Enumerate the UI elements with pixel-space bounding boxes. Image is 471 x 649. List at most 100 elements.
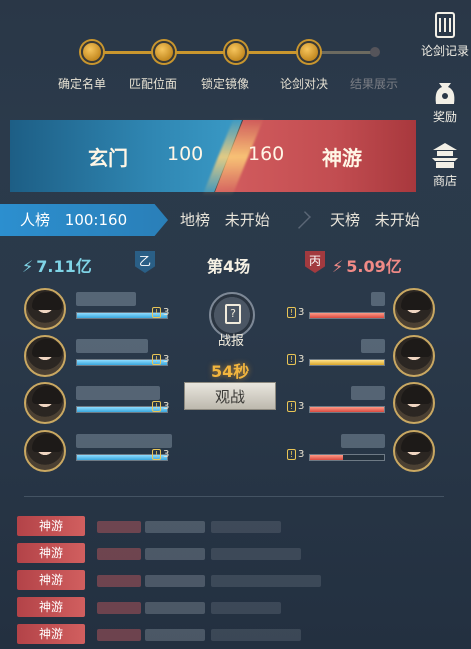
avatar[interactable] bbox=[24, 335, 66, 377]
right-player-row[interactable]: ! 3 bbox=[285, 288, 435, 334]
side-item-records[interactable]: 论剑记录 bbox=[419, 8, 471, 59]
reward-bag-icon bbox=[428, 74, 462, 108]
progress-node-4 bbox=[298, 41, 320, 63]
player-name-blurred bbox=[371, 292, 385, 306]
lock-icon: ! bbox=[152, 307, 161, 318]
right-power-value: 5.09亿 bbox=[346, 257, 402, 276]
tab-value: 未开始 bbox=[224, 211, 270, 229]
right-player-row[interactable]: ! 3 bbox=[285, 382, 435, 428]
log-team-tag: 神游 bbox=[17, 543, 85, 563]
player-name-blurred bbox=[76, 339, 148, 353]
log-row[interactable]: 神游 bbox=[17, 543, 457, 565]
tab-earth-rank[interactable]: 地榜 未开始 bbox=[180, 204, 270, 236]
left-power: ⚡ 7.11亿 bbox=[22, 253, 92, 277]
side-label: 奖励 bbox=[432, 110, 457, 124]
log-row[interactable]: 神游 bbox=[17, 570, 457, 592]
log-text-blurred bbox=[97, 629, 141, 641]
right-group-badge: 丙 bbox=[305, 251, 325, 273]
player-name-blurred bbox=[76, 434, 172, 448]
lock-icon: ! bbox=[152, 449, 161, 460]
avatar[interactable] bbox=[24, 430, 66, 472]
sword-power-icon: ⚡ bbox=[22, 257, 34, 276]
ranking-tabs: 人榜 100:160 地榜 未开始 天榜 未开始 bbox=[0, 204, 471, 236]
level-indicator: ! 3 bbox=[287, 307, 304, 318]
lock-icon: ! bbox=[152, 401, 161, 412]
right-team-score: 160 bbox=[248, 143, 285, 165]
step-label: 匹配位面 bbox=[129, 77, 178, 91]
hp-bar bbox=[309, 454, 385, 461]
log-text-blurred bbox=[211, 548, 301, 560]
left-team-score: 100 bbox=[167, 143, 204, 165]
log-text-blurred bbox=[211, 575, 321, 587]
log-text-blurred bbox=[145, 521, 205, 533]
log-text-blurred bbox=[211, 521, 281, 533]
tab-separator bbox=[293, 211, 311, 229]
lock-icon: ! bbox=[287, 307, 296, 318]
log-row[interactable]: 神游 bbox=[17, 624, 457, 646]
right-team-name: 神游 bbox=[322, 146, 362, 170]
log-row[interactable]: 神游 bbox=[17, 597, 457, 619]
player-name-blurred bbox=[76, 292, 136, 306]
log-text-blurred bbox=[211, 602, 281, 614]
right-player-row[interactable]: ! 3 bbox=[285, 335, 435, 381]
log-text-blurred bbox=[97, 521, 141, 533]
avatar[interactable] bbox=[393, 335, 435, 377]
log-team-tag: 神游 bbox=[17, 597, 85, 617]
left-power-value: 7.11亿 bbox=[36, 257, 92, 276]
log-text-blurred bbox=[145, 548, 205, 560]
lock-icon: ! bbox=[152, 354, 161, 365]
player-name-blurred bbox=[361, 339, 385, 353]
report-doc-icon: ? bbox=[225, 304, 241, 324]
score-banner: 玄门 100 160 神游 bbox=[10, 118, 416, 196]
log-text-blurred bbox=[97, 548, 141, 560]
right-player-row[interactable]: ! 3 bbox=[285, 430, 435, 476]
tab-value: 未开始 bbox=[374, 211, 420, 229]
tab-label: 人榜 bbox=[20, 211, 51, 229]
level-indicator: ! 3 bbox=[152, 354, 169, 365]
log-row[interactable]: 神游 bbox=[17, 516, 457, 538]
level-indicator: ! 3 bbox=[152, 401, 169, 412]
avatar[interactable] bbox=[393, 382, 435, 424]
step-label: 锁定镜像 bbox=[201, 77, 250, 91]
log-team-tag: 神游 bbox=[17, 570, 85, 590]
tab-label: 地榜 bbox=[180, 211, 211, 229]
left-team-name: 玄门 bbox=[88, 146, 128, 170]
left-player-row[interactable]: ! 3 bbox=[24, 430, 184, 476]
avatar[interactable] bbox=[24, 382, 66, 424]
battle-report-label: 战报 bbox=[218, 334, 245, 349]
log-text-blurred bbox=[145, 602, 205, 614]
step-label: 确定名单 bbox=[58, 77, 107, 91]
progress-track-remaining bbox=[312, 51, 376, 54]
hp-bar bbox=[309, 359, 385, 366]
log-text-blurred bbox=[145, 575, 205, 587]
tab-heaven-rank[interactable]: 天榜 未开始 bbox=[330, 204, 420, 236]
progress-node-3 bbox=[225, 41, 247, 63]
tab-value: 100:160 bbox=[64, 211, 128, 229]
side-label: 论剑记录 bbox=[420, 44, 469, 58]
player-name-blurred bbox=[76, 386, 160, 400]
hp-bar bbox=[309, 312, 385, 319]
level-indicator: ! 3 bbox=[287, 354, 304, 365]
level-indicator: ! 3 bbox=[152, 449, 169, 460]
pagoda-shop-icon bbox=[428, 138, 462, 172]
tab-label: 天榜 bbox=[330, 211, 361, 229]
lock-icon: ! bbox=[287, 449, 296, 460]
left-player-row[interactable]: ! 3 bbox=[24, 335, 184, 381]
arena-page: 确定名单 匹配位面 锁定镜像 论剑对决 结果展示 论剑记录 奖励 商店 玄门 1… bbox=[0, 0, 471, 649]
side-item-reward[interactable]: 奖励 bbox=[419, 74, 471, 125]
left-player-row[interactable]: ! 3 bbox=[24, 382, 184, 428]
watch-button[interactable]: 观战 bbox=[184, 382, 276, 410]
avatar[interactable] bbox=[24, 288, 66, 330]
avatar[interactable] bbox=[393, 288, 435, 330]
log-team-tag: 神游 bbox=[17, 516, 85, 536]
lock-icon: ! bbox=[287, 354, 296, 365]
avatar[interactable] bbox=[393, 430, 435, 472]
log-text-blurred bbox=[97, 575, 141, 587]
left-group-badge: 乙 bbox=[135, 251, 155, 273]
progress-node-5 bbox=[370, 47, 380, 57]
tab-human-rank[interactable]: 人榜 100:160 bbox=[0, 204, 168, 236]
left-player-row[interactable]: ! 3 bbox=[24, 288, 184, 334]
side-item-shop[interactable]: 商店 bbox=[419, 138, 471, 189]
hp-bar bbox=[309, 406, 385, 413]
stage-progress: 确定名单 匹配位面 锁定镜像 论剑对决 结果展示 bbox=[0, 30, 420, 100]
